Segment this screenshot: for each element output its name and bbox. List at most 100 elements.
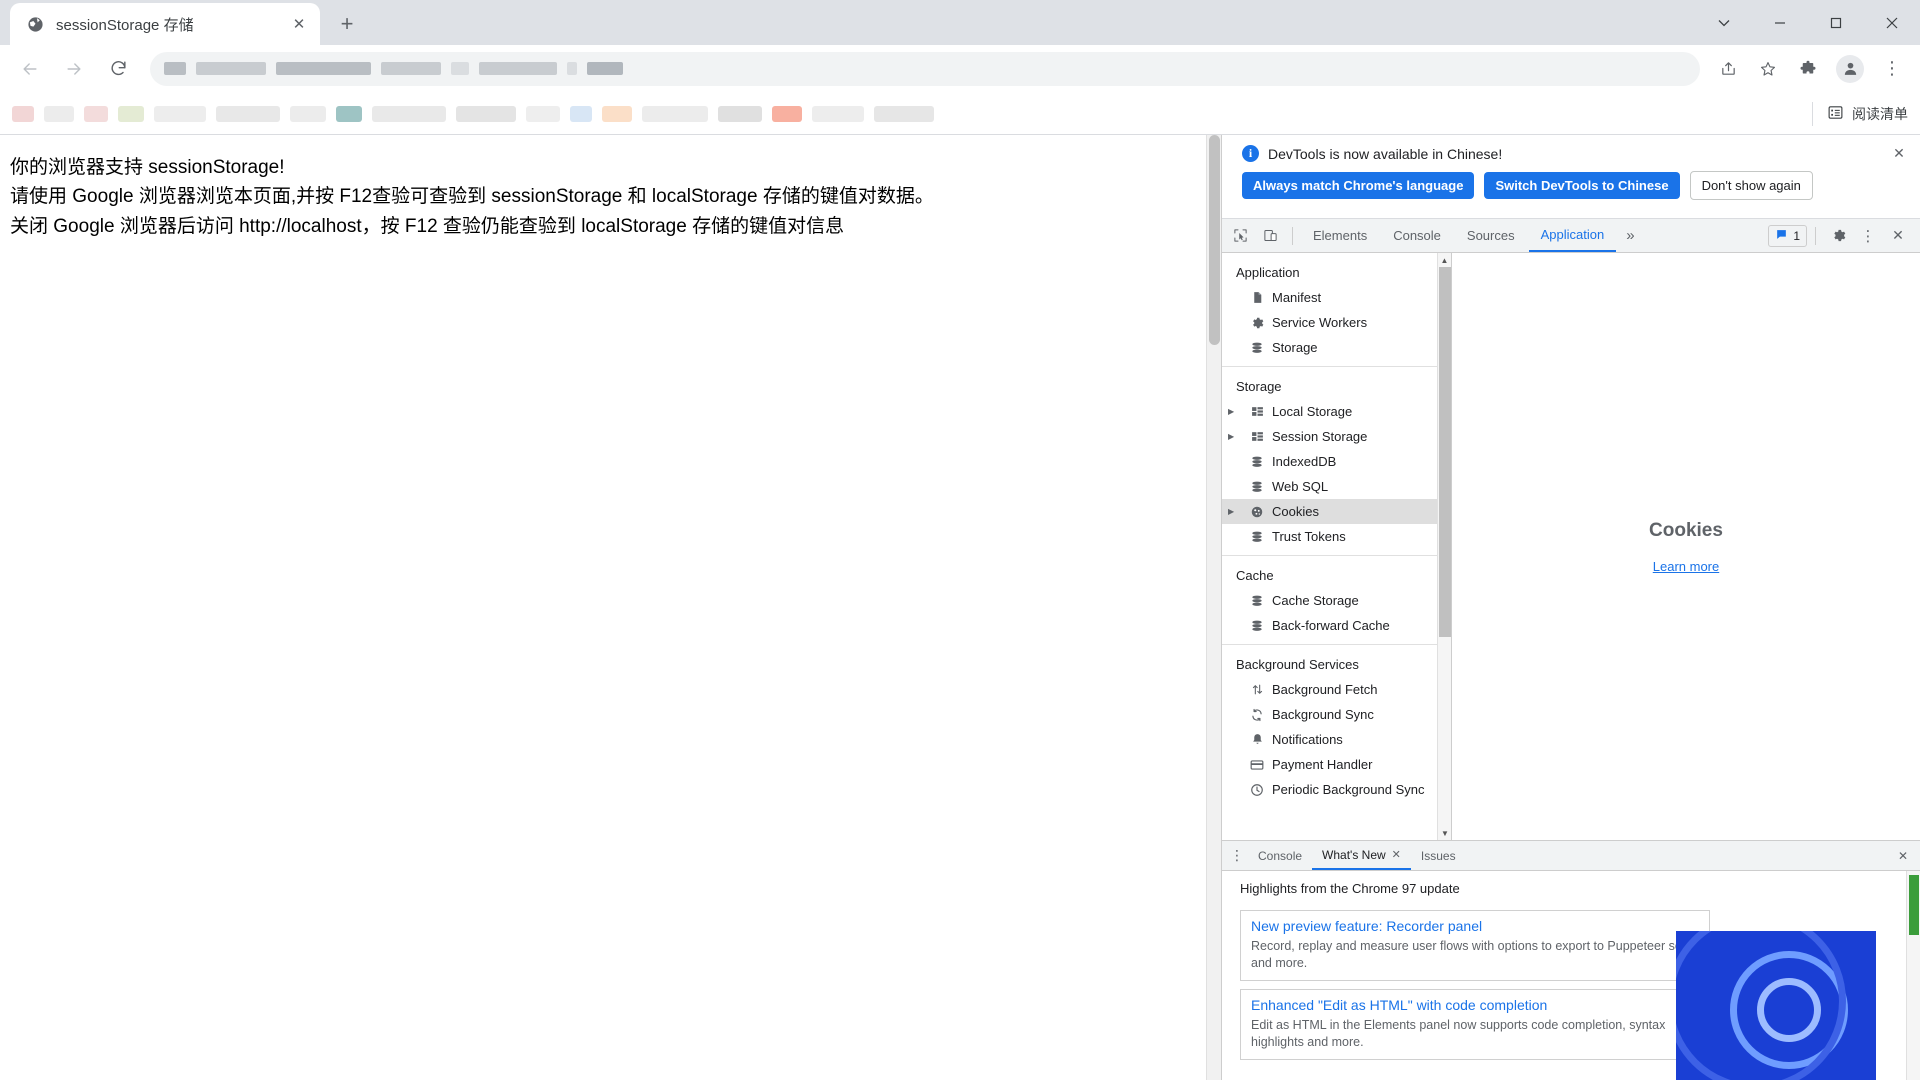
avatar[interactable] (1836, 54, 1864, 83)
whats-new-card[interactable]: Enhanced "Edit as HTML" with code comple… (1240, 989, 1710, 1060)
bookmark-item[interactable] (570, 105, 592, 122)
bookmark-item[interactable] (372, 105, 446, 122)
sidebar-item-trust-tokens[interactable]: ▶ Trust Tokens (1222, 524, 1451, 549)
bookmark-item[interactable] (84, 105, 108, 122)
drawer-scrollbar[interactable] (1906, 871, 1920, 1080)
expand-arrow[interactable]: ▶ (1228, 507, 1238, 516)
drawer-tab-close-icon[interactable]: ✕ (1392, 848, 1401, 861)
bookmark-item[interactable] (12, 105, 34, 122)
sidebar-scroll-down-arrow[interactable]: ▼ (1438, 826, 1451, 840)
sidebar-item-cache-storage[interactable]: ▶ Cache Storage (1222, 588, 1451, 613)
sidebar-item-back-forward-cache[interactable]: ▶ Back-forward Cache (1222, 613, 1451, 638)
bookmark-item[interactable] (44, 105, 74, 122)
whats-new-card-desc: Edit as HTML in the Elements panel now s… (1251, 1018, 1666, 1049)
sidebar-item-periodic-background-sync[interactable]: ▶ Periodic Background Sync (1222, 777, 1451, 802)
address-bar[interactable] (150, 51, 1700, 86)
tabs-overflow-icon[interactable]: » (1618, 227, 1642, 244)
tab-close-icon[interactable]: ✕ (288, 13, 310, 35)
sidebar-item-storage[interactable]: ▶ Storage (1222, 335, 1451, 360)
bookmark-item[interactable] (874, 105, 934, 122)
bookmark-item[interactable] (216, 105, 280, 122)
bookmark-item[interactable] (290, 105, 326, 122)
whats-new-card-title[interactable]: New preview feature: Recorder panel (1251, 918, 1699, 934)
tab-application[interactable]: Application (1528, 219, 1617, 252)
bookmark-item[interactable] (456, 105, 516, 122)
sidebar-item-service-workers[interactable]: ▶ Service Workers (1222, 310, 1451, 335)
drawer-tab-issues[interactable]: Issues (1411, 841, 1466, 870)
cursor-select-icon[interactable] (1226, 222, 1254, 250)
sidebar-item-background-sync[interactable]: ▶ Background Sync (1222, 702, 1451, 727)
bookmark-item[interactable] (336, 105, 362, 122)
issues-count-badge[interactable]: 1 (1768, 224, 1807, 247)
sidebar-item-label: IndexedDB (1272, 454, 1337, 469)
gear-icon[interactable] (1824, 222, 1852, 250)
sidebar-item-local-storage[interactable]: ▶ Local Storage (1222, 399, 1451, 424)
star-icon[interactable] (1750, 51, 1786, 87)
reading-list-button[interactable]: 阅读清单 (1812, 101, 1908, 126)
tab-elements[interactable]: Elements (1301, 219, 1379, 252)
bookmark-item[interactable] (154, 105, 206, 122)
drawer-close-icon[interactable]: ✕ (1890, 843, 1916, 869)
sidebar-item-payment-handler[interactable]: ▶ Payment Handler (1222, 752, 1451, 777)
page-line-2: 请使用 Google 浏览器浏览本页面,并按 F12查验可查验到 session… (10, 186, 934, 208)
browser-tab[interactable]: sessionStorage 存储 ✕ (10, 3, 320, 45)
sidebar-item-label: Session Storage (1272, 429, 1368, 444)
bookmark-item[interactable] (602, 105, 632, 122)
database-icon (1249, 341, 1265, 355)
sidebar-item-session-storage[interactable]: ▶ Session Storage (1222, 424, 1451, 449)
expand-arrow: ▶ (1228, 318, 1238, 327)
sidebar-item-manifest[interactable]: ▶ Manifest (1222, 285, 1451, 310)
devtools-more-icon[interactable]: ⋮ (1854, 222, 1882, 250)
bookmark-item[interactable] (812, 105, 864, 122)
switch-devtools-to-chinese-button[interactable]: Switch DevTools to Chinese (1484, 172, 1680, 199)
bookmark-item[interactable] (526, 105, 560, 122)
learn-more-link[interactable]: Learn more (1653, 559, 1719, 574)
share-icon[interactable] (1710, 51, 1746, 87)
whats-new-card-title[interactable]: Enhanced "Edit as HTML" with code comple… (1251, 997, 1699, 1013)
forward-button[interactable] (56, 51, 92, 87)
issues-count: 1 (1793, 228, 1800, 243)
bookmark-item[interactable] (642, 105, 708, 122)
devtools-close-icon[interactable]: ✕ (1884, 222, 1912, 250)
sidebar-item-cookies[interactable]: ▶ Cookies (1222, 499, 1451, 524)
sidebar-item-indexeddb[interactable]: ▶ IndexedDB (1222, 449, 1451, 474)
expand-arrow[interactable]: ▶ (1228, 407, 1238, 416)
sidebar-scroll-up-arrow[interactable]: ▲ (1438, 253, 1451, 267)
whats-new-card[interactable]: New preview feature: Recorder panel Reco… (1240, 910, 1710, 981)
sidebar-scrollbar-thumb[interactable] (1439, 267, 1451, 637)
tab-sources[interactable]: Sources (1455, 219, 1527, 252)
window-close-button[interactable] (1864, 0, 1920, 45)
sidebar-item-label: Web SQL (1272, 479, 1329, 494)
chrome-menu-icon[interactable]: ⋮ (1874, 51, 1910, 87)
new-tab-button[interactable]: + (330, 7, 364, 41)
sidebar-item-web-sql[interactable]: ▶ Web SQL (1222, 474, 1451, 499)
puzzle-icon[interactable] (1790, 51, 1826, 87)
drawer-menu-icon[interactable]: ⋮ (1226, 842, 1248, 870)
drawer-scrollbar-thumb[interactable] (1909, 875, 1919, 935)
dont-show-again-button[interactable]: Don't show again (1689, 171, 1813, 200)
sidebar-scrollbar[interactable]: ▲ ▼ (1437, 253, 1451, 840)
reload-button[interactable] (100, 51, 136, 87)
device-toolbar-icon[interactable] (1256, 222, 1284, 250)
page-scrollbar[interactable] (1206, 135, 1221, 1080)
infobar-close-icon[interactable]: ✕ (1890, 144, 1908, 162)
tab-search-button[interactable] (1696, 0, 1752, 45)
bookmark-item[interactable] (718, 105, 762, 122)
back-button[interactable] (12, 51, 48, 87)
sidebar-item-notifications[interactable]: ▶ Notifications (1222, 727, 1451, 752)
page-scrollbar-thumb[interactable] (1209, 135, 1220, 345)
drawer-tab-whats-new[interactable]: What's New ✕ (1312, 841, 1411, 870)
sidebar-item-label: Service Workers (1272, 315, 1368, 330)
sidebar-item-background-fetch[interactable]: ▶ Background Fetch (1222, 677, 1451, 702)
bookmark-item[interactable] (118, 105, 144, 122)
window-maximize-button[interactable] (1808, 0, 1864, 45)
expand-arrow[interactable]: ▶ (1228, 432, 1238, 441)
infobar-message-row: i DevTools is now available in Chinese! (1236, 145, 1906, 162)
bookmark-item[interactable] (772, 105, 802, 122)
drawer-tab-console[interactable]: Console (1248, 841, 1312, 870)
expand-arrow: ▶ (1228, 482, 1238, 491)
sidebar-item-label: Storage (1272, 340, 1318, 355)
window-minimize-button[interactable] (1752, 0, 1808, 45)
always-match-chrome-language-button[interactable]: Always match Chrome's language (1242, 172, 1475, 199)
tab-console[interactable]: Console (1381, 219, 1453, 252)
